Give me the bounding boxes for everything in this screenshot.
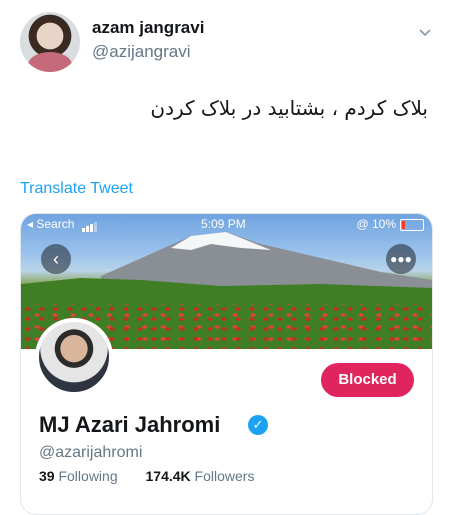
author-name[interactable]: azam jangravi (92, 18, 204, 38)
battery-icon (400, 219, 424, 231)
following-stat[interactable]: 39 Following (39, 468, 130, 484)
profile-avatar[interactable] (35, 318, 113, 396)
followers-stat[interactable]: 174.4K Followers (146, 468, 267, 484)
chevron-down-icon[interactable] (418, 26, 432, 40)
translate-tweet-link[interactable]: Translate Tweet (20, 180, 133, 198)
signal-icon (81, 218, 98, 232)
verified-badge-icon: ✓ (248, 415, 268, 435)
author-handle[interactable]: @azijangravi (92, 42, 191, 62)
chevron-left-icon[interactable]: ‹ (41, 244, 71, 274)
profile-handle: @azarijahromi (39, 444, 143, 461)
profile-name: MJ Azari Jahromi (39, 412, 221, 437)
embedded-image[interactable]: ◂ Search 5:09 PM @ 10% ‹ ●●● Blocked MJ … (20, 213, 433, 515)
status-back-to-search: ◂ Search (27, 217, 98, 232)
tweet-text: بلاک کردم ، بشتابید در بلاک کردن (150, 96, 428, 120)
status-bar: ◂ Search 5:09 PM @ 10% (21, 214, 432, 234)
profile-stats: 39 Following 174.4K Followers (39, 468, 278, 484)
author-avatar[interactable] (20, 12, 80, 72)
battery-percentage: @ 10% (356, 217, 396, 231)
status-time: 5:09 PM (201, 217, 246, 231)
blocked-button[interactable]: Blocked (321, 363, 414, 397)
more-dots-icon[interactable]: ●●● (386, 244, 416, 274)
